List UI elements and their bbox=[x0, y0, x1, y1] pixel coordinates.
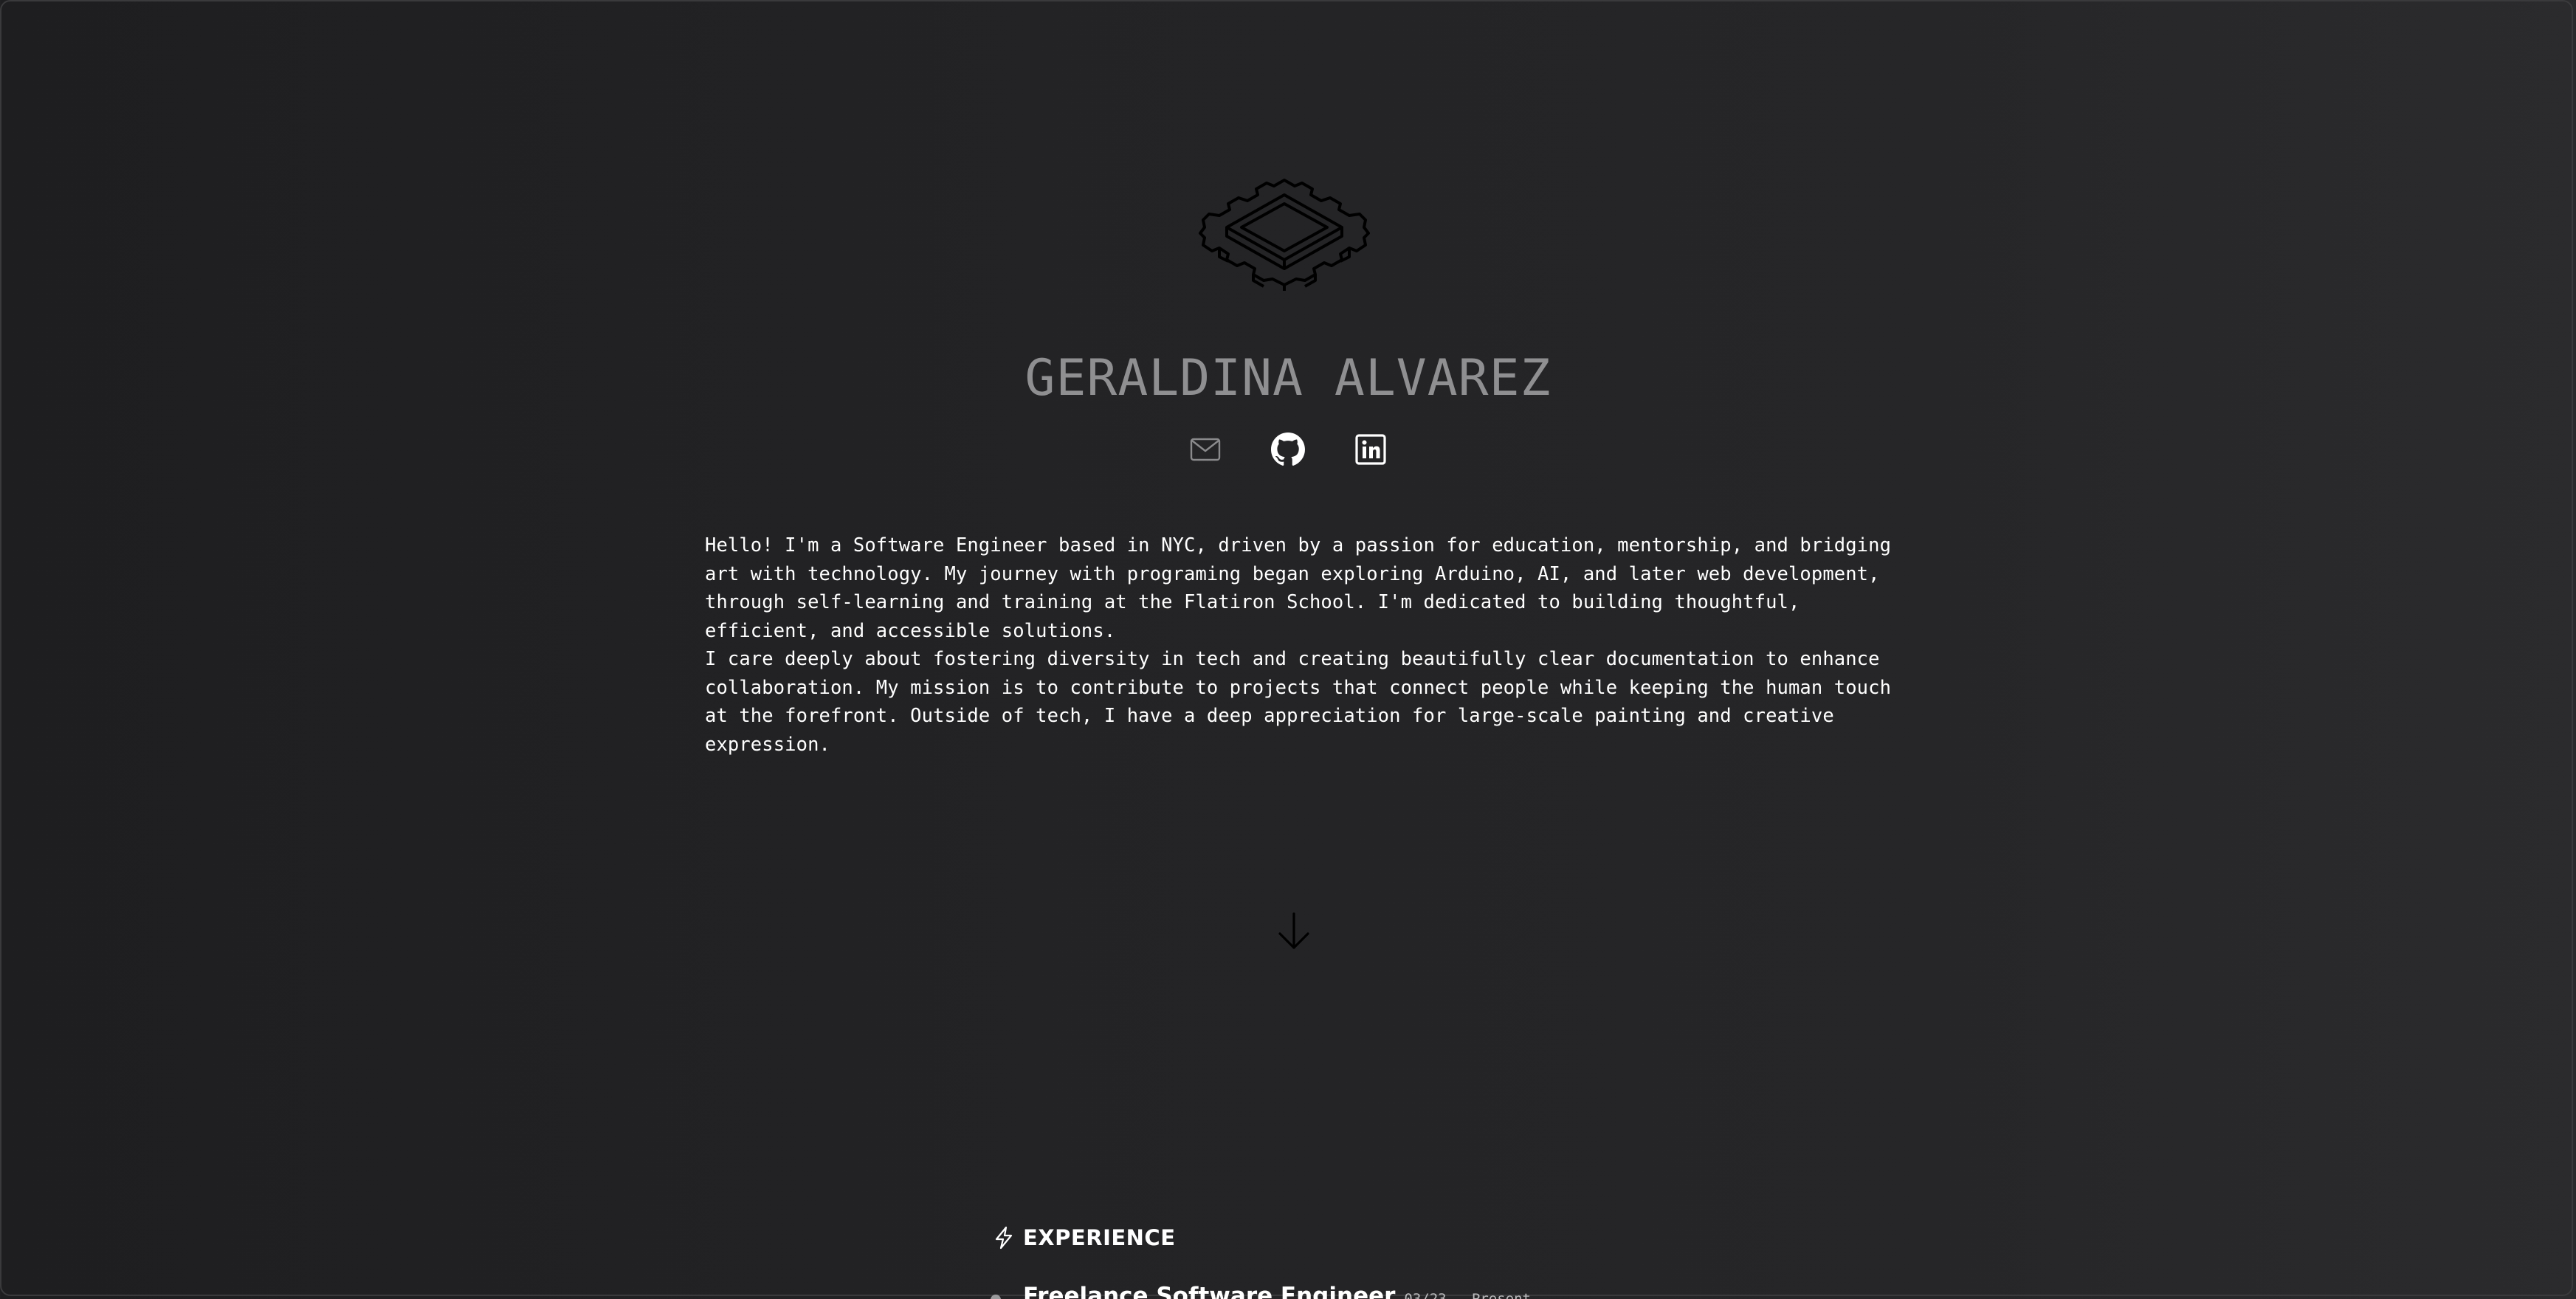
job-dates: 03/23 – Present bbox=[1404, 1291, 1531, 1299]
job-title: Freelance Software Engineer bbox=[1023, 1283, 1396, 1299]
linkedin-icon bbox=[1355, 434, 1386, 465]
social-links bbox=[0, 433, 2576, 466]
microchip-icon bbox=[1199, 179, 1370, 291]
lightning-icon bbox=[995, 1226, 1013, 1250]
bio-paragraph-2: I care deeply about fostering diversity … bbox=[705, 648, 1892, 756]
mail-icon bbox=[1190, 438, 1221, 461]
experience-item: Freelance Software Engineer 03/23 – Pres… bbox=[991, 1283, 1531, 1299]
arrow-down-icon[interactable] bbox=[1275, 911, 1312, 952]
profile-name: GERALDINA ALVAREZ bbox=[1024, 349, 1552, 407]
experience-header: EXPERIENCE bbox=[993, 1225, 1176, 1250]
github-link[interactable] bbox=[1271, 433, 1305, 466]
github-icon bbox=[1271, 433, 1305, 466]
experience-title: EXPERIENCE bbox=[1023, 1225, 1176, 1250]
email-link[interactable] bbox=[1188, 433, 1222, 466]
bio-paragraph-1: Hello! I'm a Software Engineer based in … bbox=[705, 534, 1892, 642]
timeline-dot bbox=[991, 1295, 1001, 1299]
linkedin-link[interactable] bbox=[1354, 433, 1388, 466]
bio-section: Hello! I'm a Software Engineer based in … bbox=[705, 531, 1915, 759]
